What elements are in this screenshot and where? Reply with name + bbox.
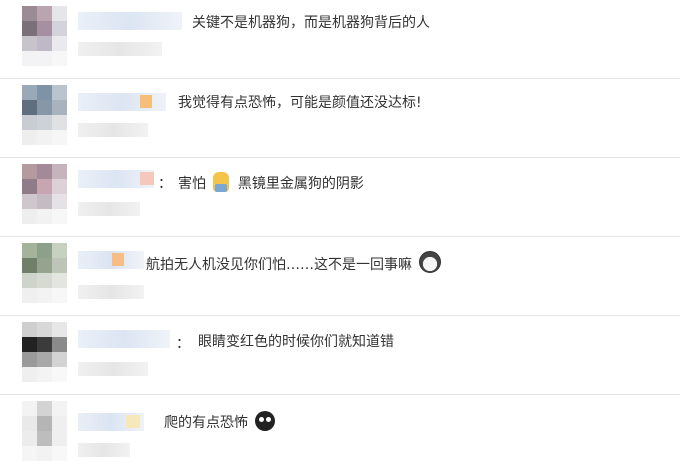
username-blurred[interactable]: [78, 170, 154, 188]
comment-text: 爬的有点恐怖: [164, 411, 276, 433]
avatar[interactable]: [22, 401, 67, 461]
comment-text: 航拍无人机没见你们怕……这不是一回事嘛: [146, 251, 442, 275]
husky-dog-icon: [419, 251, 442, 273]
username-blurred[interactable]: [78, 93, 166, 111]
crying-face-icon: [255, 411, 276, 431]
comment-row: ： 害怕 黑镜里金属狗的阴影: [0, 158, 680, 237]
username-blurred[interactable]: [78, 12, 182, 30]
comment-row: 爬的有点恐怖: [0, 395, 680, 470]
avatar[interactable]: [22, 6, 67, 66]
scared-face-icon: [213, 172, 230, 192]
username-blurred[interactable]: [78, 251, 144, 269]
avatar[interactable]: [22, 164, 67, 224]
comment-text-main: 航拍无人机没见你们怕……这不是一回事嘛: [146, 257, 412, 273]
comment-row: ： 眼睛变红色的时候你们就知道错: [0, 316, 680, 395]
comment-separator: ：: [176, 336, 190, 352]
comment-separator: ：: [158, 176, 172, 192]
avatar[interactable]: [22, 243, 67, 303]
meta-blurred: [78, 443, 130, 457]
avatar[interactable]: [22, 322, 67, 382]
comment-row: 航拍无人机没见你们怕……这不是一回事嘛: [0, 237, 680, 316]
comment-text: 我觉得有点恐怖，可能是颜值还没达标!: [178, 95, 422, 111]
username-blurred[interactable]: [78, 413, 144, 431]
meta-blurred: [78, 362, 148, 376]
comment-text-before-emoji: 害怕: [178, 176, 206, 192]
comment-list: 关键不是机器狗，而是机器狗背后的人 我觉得有点恐怖，可能是颜值还没达标! ： 害…: [0, 0, 680, 470]
meta-blurred: [78, 285, 144, 299]
username-blurred[interactable]: [78, 330, 170, 348]
comment-text-after-emoji: 黑镜里金属狗的阴影: [237, 176, 364, 192]
avatar[interactable]: [22, 85, 67, 145]
comment-text: 关键不是机器狗，而是机器狗背后的人: [192, 15, 430, 31]
meta-blurred: [78, 123, 148, 137]
comment-text-main: 爬的有点恐怖: [164, 415, 248, 431]
meta-blurred: [78, 202, 140, 216]
comment-text: 害怕 黑镜里金属狗的阴影: [178, 172, 364, 194]
comment-row: 关键不是机器狗，而是机器狗背后的人: [0, 0, 680, 79]
comment-text: 眼睛变红色的时候你们就知道错: [198, 334, 394, 350]
meta-blurred: [78, 42, 162, 56]
comment-row: 我觉得有点恐怖，可能是颜值还没达标!: [0, 79, 680, 158]
